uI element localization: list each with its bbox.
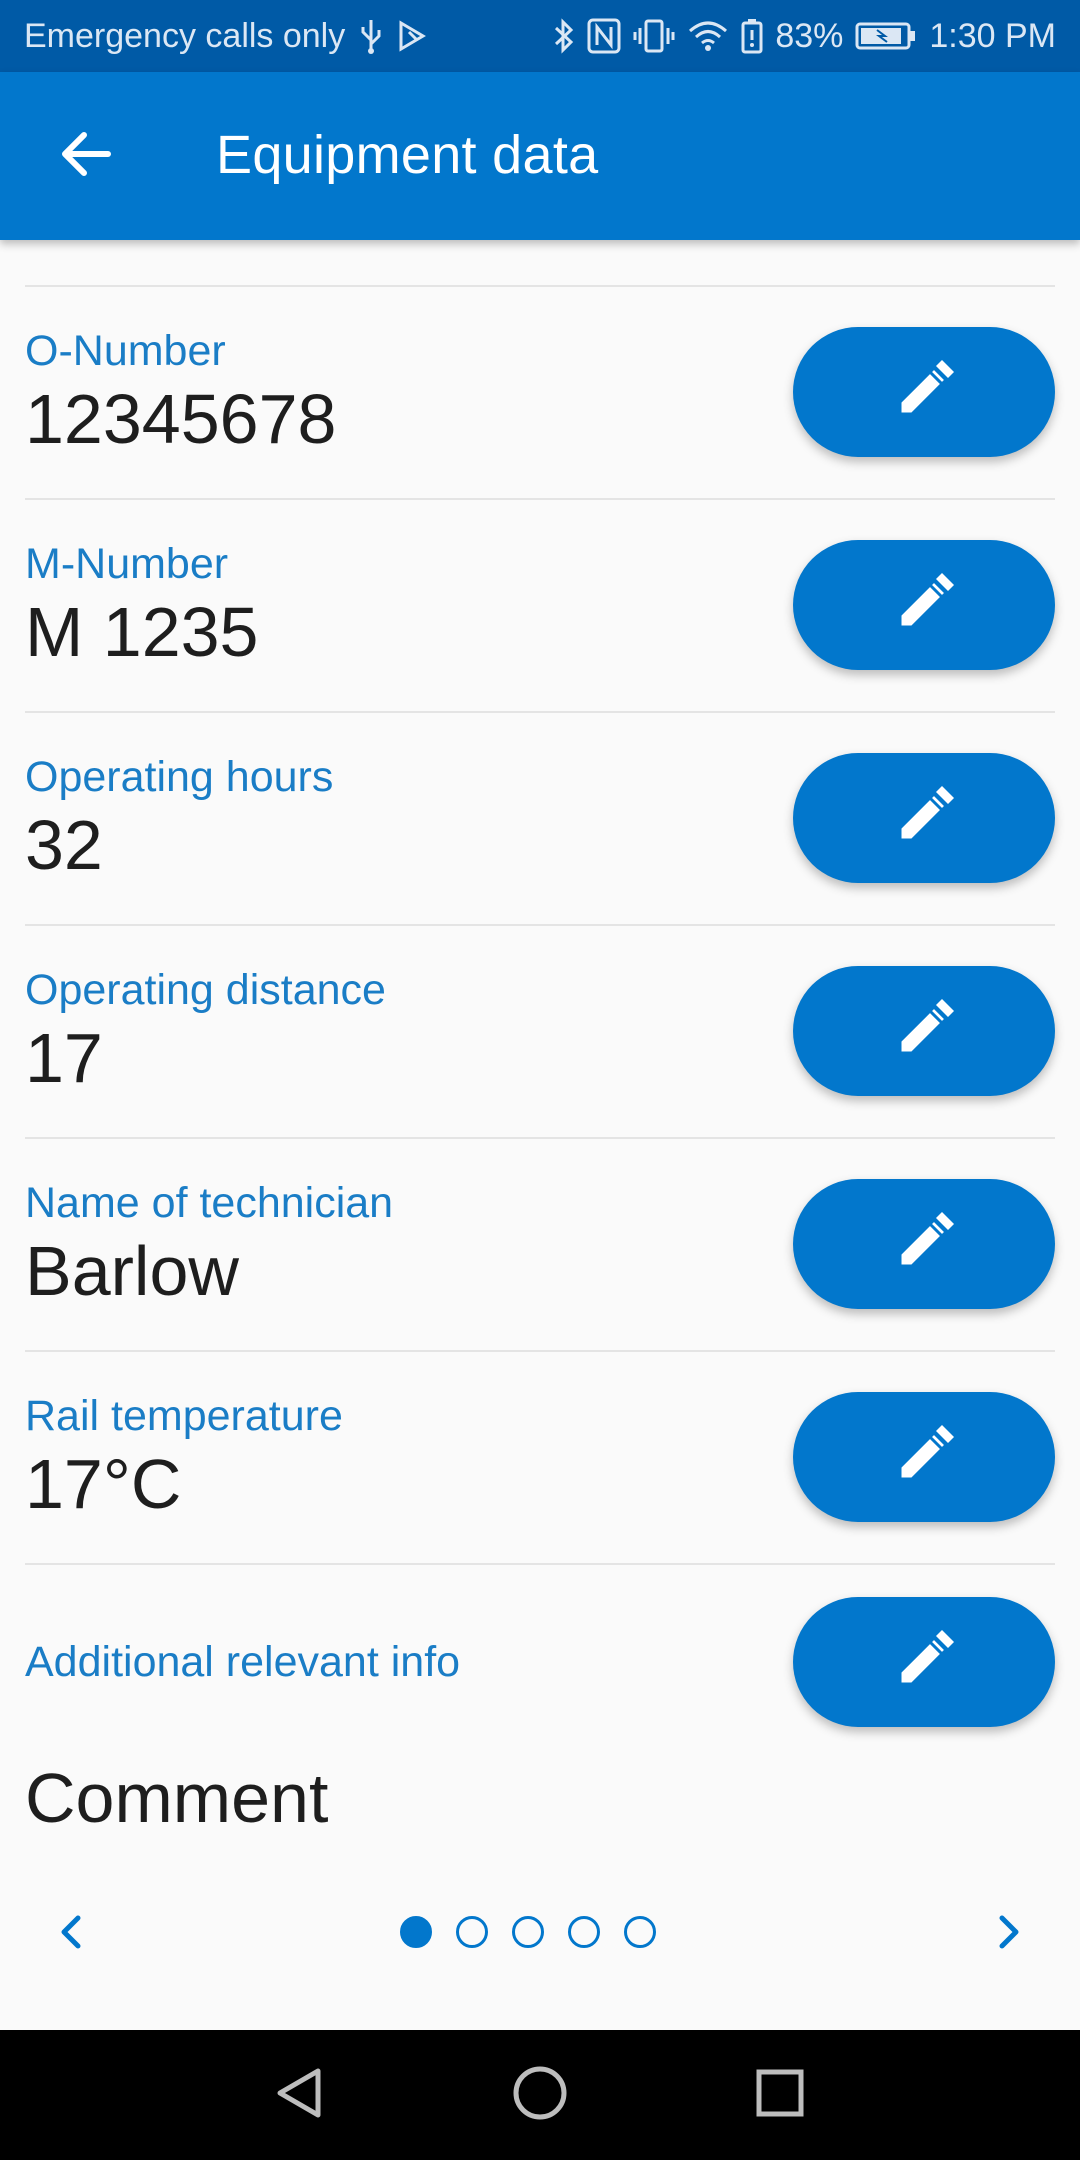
edit-o-number-button[interactable]	[793, 327, 1055, 457]
field-value: 32	[25, 806, 103, 884]
nav-back-button[interactable]	[260, 2055, 340, 2135]
status-bar: Emergency calls only 83% 1:30 PM	[0, 0, 1080, 72]
equipment-form: O-Number 12345678 M-Number M 1235 Operat…	[0, 240, 1080, 2030]
field-value: 17	[25, 1019, 103, 1097]
pencil-icon	[892, 1628, 956, 1697]
system-nav-bar	[0, 2030, 1080, 2160]
app-bar: Equipment data	[0, 72, 1080, 240]
battery-alert-icon	[741, 16, 763, 56]
chevron-left-icon	[52, 1912, 92, 1957]
pencil-icon	[892, 1210, 956, 1279]
field-operating-hours: Operating hours 32	[0, 713, 1080, 926]
circle-home-icon	[510, 2063, 570, 2128]
battery-icon	[855, 16, 917, 56]
field-label: Name of technician	[25, 1179, 394, 1227]
divider	[25, 1563, 1055, 1565]
edit-additional-info-button[interactable]	[793, 1597, 1055, 1727]
field-o-number: O-Number 12345678	[0, 287, 1080, 500]
field-rail-temperature: Rail temperature 17°C	[0, 1352, 1080, 1565]
page-dot-4[interactable]	[568, 1916, 600, 1948]
additional-info-label: Additional relevant info	[25, 1638, 461, 1686]
back-button[interactable]	[44, 114, 128, 198]
field-label: Operating distance	[25, 966, 386, 1014]
pencil-icon	[892, 1423, 956, 1492]
field-value: M 1235	[25, 593, 259, 671]
bluetooth-icon	[553, 16, 575, 56]
next-page-button[interactable]	[972, 1898, 1044, 1970]
field-technician-name: Name of technician Barlow	[0, 1139, 1080, 1352]
page-indicator	[400, 1916, 656, 1948]
page-dot-1[interactable]	[400, 1916, 432, 1948]
arrow-back-icon	[58, 126, 114, 187]
field-label: O-Number	[25, 327, 226, 375]
square-recents-icon	[754, 2067, 806, 2124]
edit-technician-name-button[interactable]	[793, 1179, 1055, 1309]
edit-m-number-button[interactable]	[793, 540, 1055, 670]
previous-page-button[interactable]	[36, 1898, 108, 1970]
wifi-icon	[687, 16, 729, 56]
battery-percent: 83%	[775, 16, 844, 55]
field-label: M-Number	[25, 540, 229, 588]
pencil-icon	[892, 997, 956, 1066]
field-label: Rail temperature	[25, 1392, 343, 1440]
pencil-icon	[892, 358, 956, 427]
chevron-right-icon	[988, 1912, 1028, 1957]
pencil-icon	[892, 571, 956, 640]
field-operating-distance: Operating distance 17	[0, 926, 1080, 1139]
pencil-icon	[892, 784, 956, 853]
nav-recents-button[interactable]	[740, 2055, 820, 2135]
field-m-number: M-Number M 1235	[0, 500, 1080, 713]
edit-rail-temperature-button[interactable]	[793, 1392, 1055, 1522]
clock: 1:30 PM	[929, 16, 1056, 55]
nav-home-button[interactable]	[500, 2055, 580, 2135]
page-dot-3[interactable]	[512, 1916, 544, 1948]
page-dot-5[interactable]	[624, 1916, 656, 1948]
additional-info-value: Comment	[25, 1759, 329, 1837]
field-value: Barlow	[25, 1232, 239, 1310]
carrier-text: Emergency calls only	[24, 16, 346, 55]
field-value: 12345678	[25, 380, 337, 458]
vibrate-icon	[633, 16, 675, 56]
nfc-icon	[587, 16, 621, 56]
edit-operating-hours-button[interactable]	[793, 753, 1055, 883]
field-value: 17°C	[25, 1445, 182, 1523]
page-title: Equipment data	[216, 125, 599, 185]
edit-operating-distance-button[interactable]	[793, 966, 1055, 1096]
field-label: Operating hours	[25, 753, 334, 801]
usb-icon	[359, 16, 383, 56]
page-dot-2[interactable]	[456, 1916, 488, 1948]
triangle-back-icon	[272, 2065, 328, 2126]
play-store-icon	[397, 16, 427, 56]
